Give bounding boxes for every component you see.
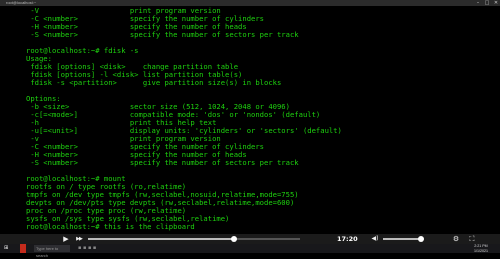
taskbar-search-input[interactable]: Type here to search <box>34 245 70 258</box>
taskbar-app-icon[interactable]: ▪ ▪ ▪ ▪ <box>78 244 96 253</box>
seek-bar[interactable] <box>88 238 300 240</box>
seek-progress <box>88 238 235 240</box>
taskbar: ⊞ Type here to search ▪ ▪ ▪ ▪ 2:21 PM 1/… <box>0 244 500 258</box>
terminal-line: fdisk -s <partition> give partition size… <box>26 78 282 87</box>
volume-knob[interactable] <box>418 236 424 242</box>
windows-start-icon[interactable]: ⊞ <box>4 244 8 253</box>
next-icon[interactable]: ▶▶ <box>72 234 86 244</box>
terminal-line: -S <number> specify the number of sector… <box>26 158 299 167</box>
terminal-line: -S <number> specify the number of sector… <box>26 30 299 39</box>
time-display: 17:20 <box>337 235 358 243</box>
play-icon[interactable]: ▶ <box>60 234 72 244</box>
taskbar-clock[interactable]: 2:21 PM 1/1/2021 <box>470 244 492 253</box>
fullscreen-icon[interactable]: ⛶ <box>466 234 478 244</box>
settings-icon[interactable]: ⚙ <box>450 234 462 244</box>
volume-slider[interactable] <box>383 238 421 240</box>
clock-date: 1/1/2021 <box>474 248 488 253</box>
volume-icon[interactable]: ◀) <box>368 234 382 244</box>
terminal-prompt-line: root@localhost:~# this is the clipboard <box>26 222 195 231</box>
taskbar-app-icon[interactable] <box>20 244 26 253</box>
video-player-controls: ▶ ▶▶ 17:20 ◀) ⚙ ⛶ <box>0 234 500 244</box>
seek-knob[interactable] <box>231 236 238 242</box>
terminal[interactable]: -V print program version -C <number> spe… <box>0 6 500 234</box>
